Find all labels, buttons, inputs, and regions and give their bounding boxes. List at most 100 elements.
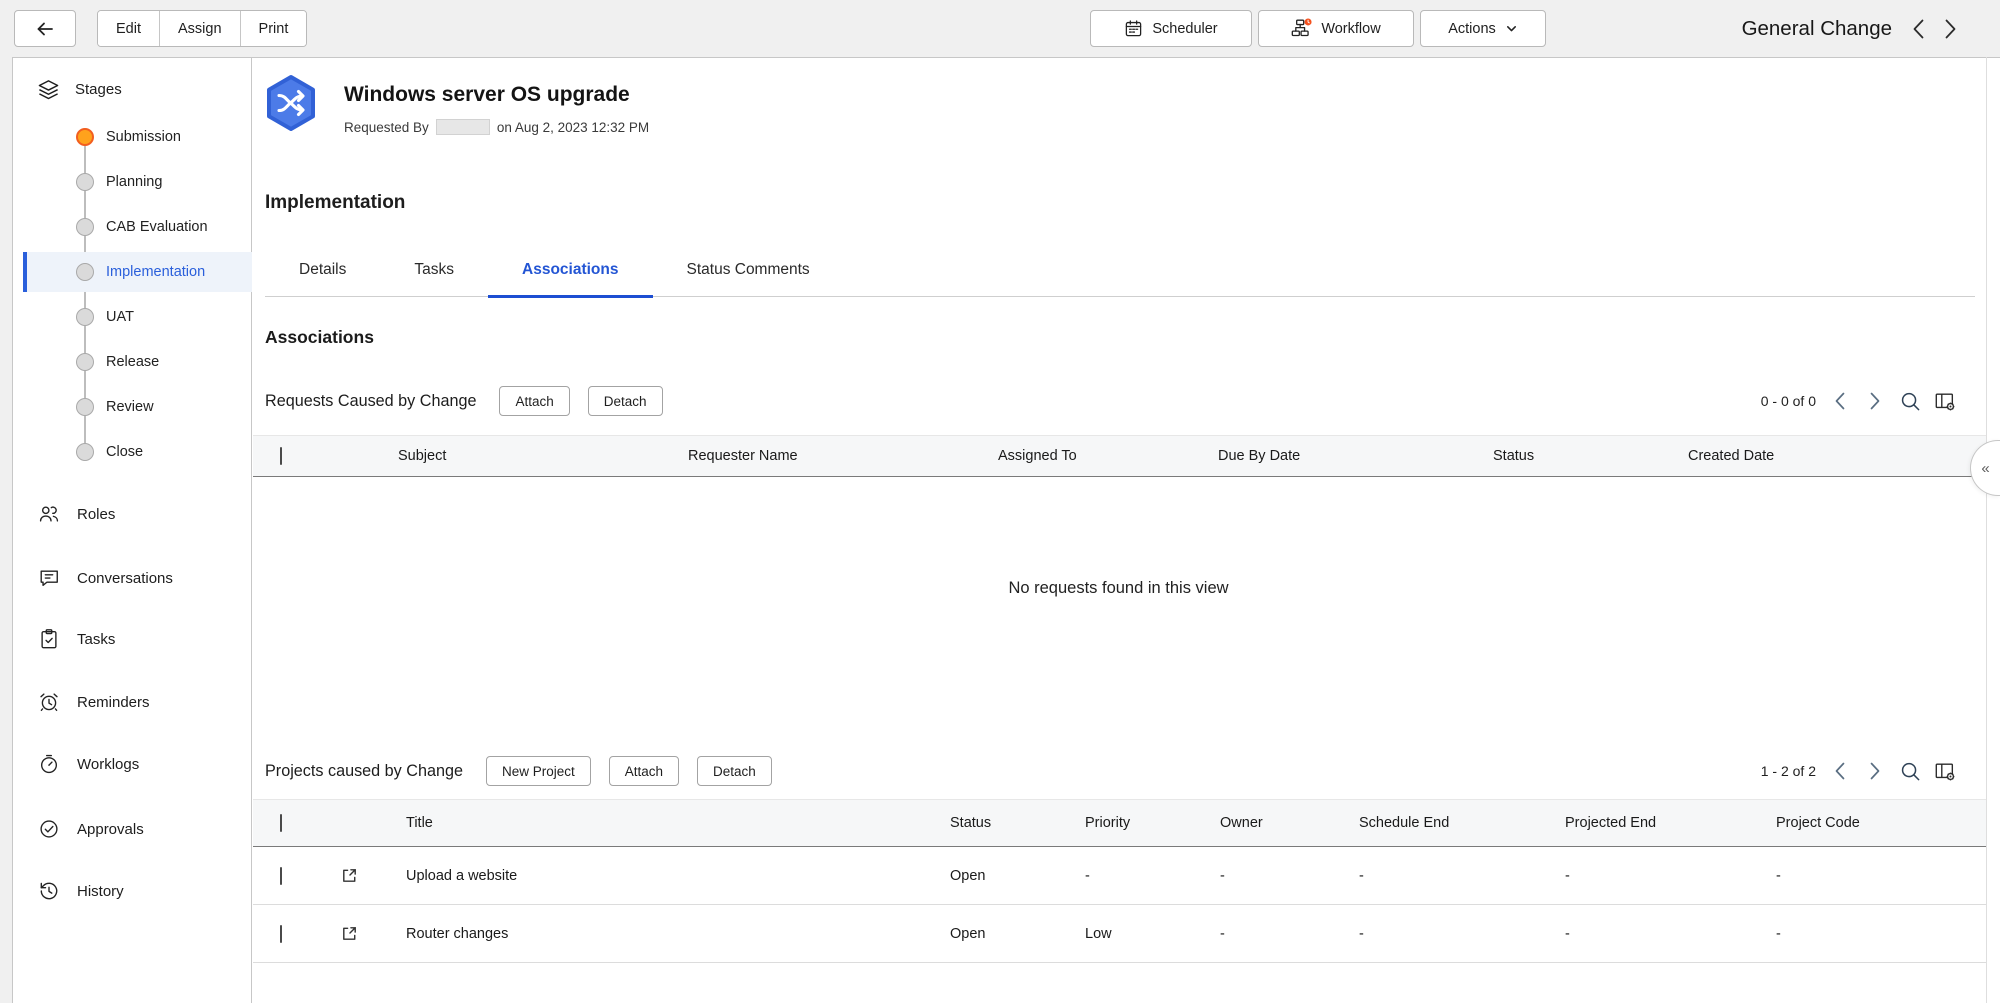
- new-project-button[interactable]: New Project: [486, 756, 591, 786]
- stage-label: Release: [106, 354, 159, 370]
- search-icon[interactable]: [1899, 760, 1921, 782]
- column-header-assigned-to[interactable]: Assigned To: [973, 448, 1193, 464]
- content-right-divider: [1986, 57, 1987, 1003]
- actions-dropdown-button[interactable]: Actions: [1420, 10, 1546, 47]
- sidebar-item-label: Tasks: [77, 631, 115, 648]
- projects-range-label: 1 - 2 of 2: [1761, 763, 1816, 779]
- projects-attach-button[interactable]: Attach: [609, 756, 679, 786]
- print-button[interactable]: Print: [241, 11, 307, 46]
- stage-label: CAB Evaluation: [106, 219, 208, 235]
- edit-button[interactable]: Edit: [98, 11, 160, 46]
- column-settings-icon[interactable]: [1934, 390, 1956, 412]
- requests-range-label: 0 - 0 of 0: [1761, 393, 1816, 409]
- row-checkbox[interactable]: [280, 867, 282, 885]
- column-header-subject[interactable]: Subject: [373, 448, 663, 464]
- column-header-due-by-date[interactable]: Due By Date: [1193, 448, 1468, 464]
- arrow-left-icon: [34, 18, 56, 40]
- stage-section-title: Implementation: [265, 192, 405, 214]
- row-checkbox[interactable]: [280, 925, 282, 943]
- stage-dot: [76, 353, 94, 371]
- sidebar-item-label: Approvals: [77, 821, 144, 838]
- stage-label: Close: [106, 444, 143, 460]
- column-header-status[interactable]: Status: [925, 815, 1060, 831]
- assign-button[interactable]: Assign: [160, 11, 241, 46]
- column-header-owner[interactable]: Owner: [1195, 815, 1334, 831]
- next-template-button[interactable]: [1938, 14, 1962, 44]
- stage-label: Planning: [106, 174, 162, 190]
- tab-status-comments[interactable]: Status Comments: [653, 244, 844, 296]
- chevron-right-icon[interactable]: [1864, 760, 1886, 782]
- stage-item-implementation[interactable]: Implementation: [23, 252, 252, 292]
- requester-name-redacted: [436, 119, 490, 135]
- stage-label: UAT: [106, 309, 134, 325]
- projects-detach-button[interactable]: Detach: [697, 756, 772, 786]
- stage-dot: [76, 398, 94, 416]
- sidebar: Stages Submission Planning CAB Evaluatio…: [12, 57, 252, 1003]
- project-schedule-end: -: [1334, 926, 1540, 942]
- tab-tasks[interactable]: Tasks: [380, 244, 488, 296]
- scheduler-button[interactable]: Scheduler: [1090, 10, 1252, 47]
- requests-toolbar: Requests Caused by Change Attach Detach: [265, 386, 663, 416]
- change-detail-screen: Edit Assign Print Scheduler Workflow Act…: [0, 0, 2000, 1003]
- template-name: General Change: [1742, 17, 1892, 41]
- tab-associations[interactable]: Associations: [488, 244, 652, 296]
- column-header-priority[interactable]: Priority: [1060, 815, 1195, 831]
- stage-item-submission[interactable]: Submission: [23, 117, 252, 157]
- projects-section-title: Projects caused by Change: [265, 762, 463, 781]
- column-header-projected-end[interactable]: Projected End: [1540, 815, 1751, 831]
- open-external-icon[interactable]: [340, 866, 359, 885]
- table-row[interactable]: Router changes Open Low - - - -: [253, 905, 1986, 963]
- table-row[interactable]: Upload a website Open - - - - -: [253, 847, 1986, 905]
- column-header-project-code[interactable]: Project Code: [1751, 815, 1986, 831]
- stage-label: Submission: [106, 129, 181, 145]
- chevron-right-icon[interactable]: [1864, 390, 1886, 412]
- stage-label: Implementation: [106, 264, 205, 280]
- sidebar-item-worklogs[interactable]: Worklogs: [13, 742, 251, 786]
- project-title[interactable]: Router changes: [373, 926, 925, 942]
- stage-item-uat[interactable]: UAT: [23, 297, 252, 337]
- requests-detach-button[interactable]: Detach: [588, 386, 663, 416]
- search-icon[interactable]: [1899, 390, 1921, 412]
- prev-template-button[interactable]: [1906, 14, 1930, 44]
- sidebar-item-roles[interactable]: Roles: [13, 492, 251, 536]
- column-header-schedule-end[interactable]: Schedule End: [1334, 815, 1540, 831]
- stage-dot: [76, 308, 94, 326]
- chevron-left-icon[interactable]: [1829, 390, 1851, 412]
- select-all-checkbox[interactable]: [280, 447, 282, 465]
- sidebar-item-conversations[interactable]: Conversations: [13, 556, 251, 600]
- workflow-button[interactable]: Workflow: [1258, 10, 1414, 47]
- column-header-status[interactable]: Status: [1468, 448, 1663, 464]
- column-settings-icon[interactable]: [1934, 760, 1956, 782]
- chevron-down-icon: [1505, 22, 1518, 35]
- requests-attach-button[interactable]: Attach: [499, 386, 569, 416]
- double-chevron-left-icon: «: [1981, 460, 1989, 477]
- stage-item-review[interactable]: Review: [23, 387, 252, 427]
- stage-item-release[interactable]: Release: [23, 342, 252, 382]
- chevron-left-icon[interactable]: [1829, 760, 1851, 782]
- open-external-icon[interactable]: [340, 924, 359, 943]
- project-schedule-end: -: [1334, 868, 1540, 884]
- sidebar-item-reminders[interactable]: Reminders: [13, 680, 251, 724]
- project-code: -: [1751, 868, 1986, 884]
- layers-icon: [37, 78, 60, 101]
- sidebar-item-history[interactable]: History: [13, 869, 251, 913]
- stage-item-planning[interactable]: Planning: [23, 162, 252, 202]
- column-header-created-date[interactable]: Created Date: [1663, 448, 1986, 464]
- stage-item-cab-evaluation[interactable]: CAB Evaluation: [23, 207, 252, 247]
- requests-table: Subject Requester Name Assigned To Due B…: [253, 435, 1986, 477]
- associations-title: Associations: [265, 327, 374, 348]
- stage-item-close[interactable]: Close: [23, 432, 252, 472]
- tab-details[interactable]: Details: [265, 244, 380, 296]
- project-title[interactable]: Upload a website: [373, 868, 925, 884]
- scheduler-label: Scheduler: [1152, 21, 1217, 37]
- column-header-requester-name[interactable]: Requester Name: [663, 448, 973, 464]
- requests-section-title: Requests Caused by Change: [265, 392, 476, 411]
- sidebar-item-tasks[interactable]: Tasks: [13, 617, 251, 661]
- select-all-checkbox[interactable]: [280, 814, 282, 832]
- sidebar-item-approvals[interactable]: Approvals: [13, 807, 251, 851]
- sidebar-item-label: Reminders: [77, 694, 150, 711]
- reminders-icon: [38, 691, 60, 713]
- back-button[interactable]: [14, 10, 76, 47]
- sidebar-item-label: Conversations: [77, 570, 173, 587]
- column-header-title[interactable]: Title: [373, 815, 925, 831]
